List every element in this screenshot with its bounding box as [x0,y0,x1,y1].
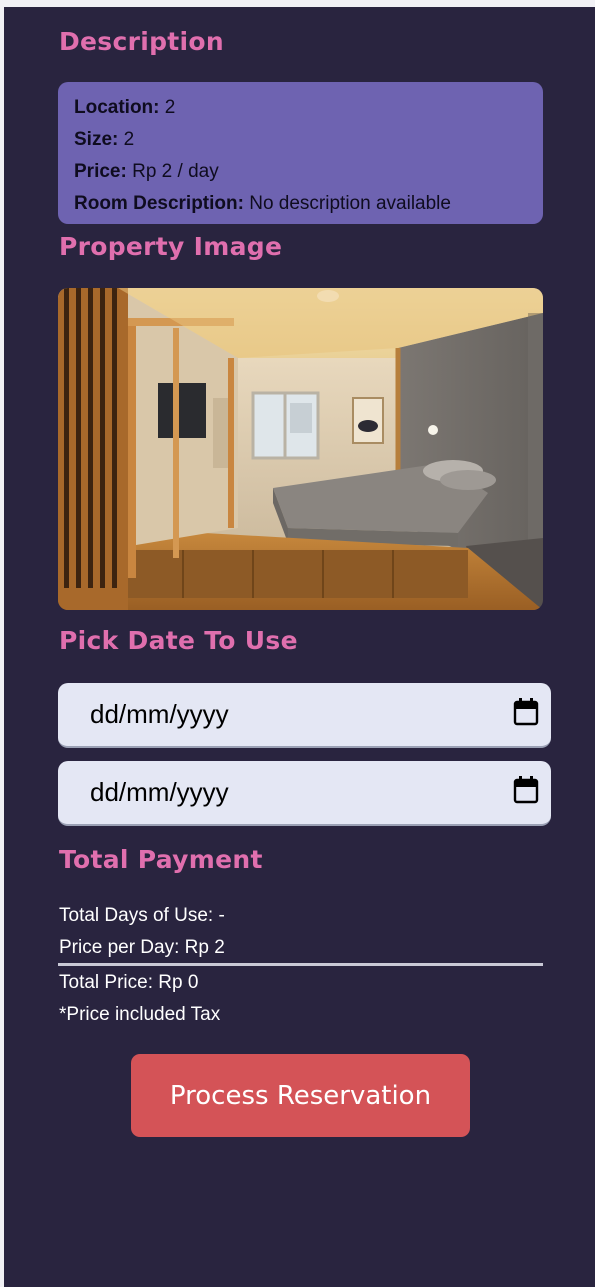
end-date-input[interactable]: dd/mm/yyyy [58,761,551,826]
start-date-value: dd/mm/yyyy [90,699,229,729]
size-label: Size: [74,129,119,150]
room-description-value: No description available [249,193,451,214]
process-reservation-button[interactable]: Process Reservation [131,1054,470,1137]
price-label: Price: [74,161,127,182]
location-value: 2 [164,97,176,118]
calendar-icon[interactable] [513,776,539,809]
calendar-icon[interactable] [513,698,539,731]
pick-date-heading: Pick Date To Use [59,626,298,655]
total-price-text: Total Price: Rp 0 [59,972,199,993]
room-description-label: Room Description: [74,193,244,214]
price-per-day-text: Price per Day: Rp 2 [59,937,225,958]
description-heading: Description [59,27,224,56]
property-photo [58,288,543,610]
size-row: Size: 2 [74,124,527,156]
price-row: Price: Rp 2 / day [74,156,527,188]
location-label: Location: [74,97,160,118]
size-value: 2 [123,129,135,150]
location-row: Location: 2 [74,92,527,124]
reservation-page: Description Location: 2 Size: 2 Price: R… [4,7,595,1287]
price-value: Rp 2 / day [132,161,219,182]
end-date-value: dd/mm/yyyy [90,777,229,807]
property-image-heading: Property Image [59,232,283,261]
room-description-row: Room Description: No description availab… [74,188,527,220]
total-payment-heading: Total Payment [59,845,263,874]
tax-note-text: *Price included Tax [59,1004,221,1025]
description-box: Location: 2 Size: 2 Price: Rp 2 / day Ro… [58,82,543,224]
payment-divider [58,963,543,966]
start-date-input[interactable]: dd/mm/yyyy [58,683,551,748]
total-days-text: Total Days of Use: - [59,905,225,926]
